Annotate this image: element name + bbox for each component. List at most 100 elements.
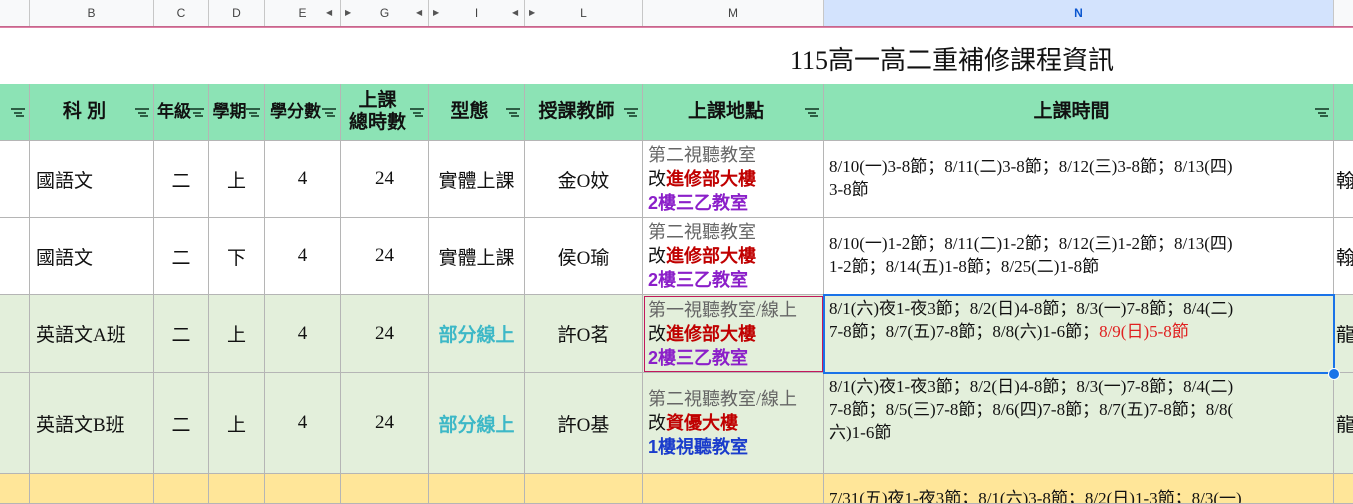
filter-icon[interactable] xyxy=(624,107,638,117)
time-line: 7-8節；8/7(五)7-8節；8/8(六)1-6節； xyxy=(829,322,1100,341)
sheet-title: 115高一高二重補修課程資訊 xyxy=(790,46,1115,75)
filter-icon[interactable] xyxy=(246,107,260,117)
table-cell[interactable] xyxy=(30,474,154,504)
location-cell[interactable]: 第二視聽教室 改進修部大樓 2樓三乙教室 xyxy=(643,141,824,218)
filter-icon[interactable] xyxy=(805,107,819,117)
collapse-left-icon[interactable]: ◀ xyxy=(326,0,332,26)
filter-icon[interactable] xyxy=(1315,107,1329,117)
filter-icon[interactable] xyxy=(322,107,336,117)
header-mode[interactable]: 型態 xyxy=(429,84,525,141)
semester-cell[interactable]: 下 xyxy=(209,218,265,295)
header-grade[interactable]: 年級 xyxy=(154,84,209,141)
filter-icon[interactable] xyxy=(506,107,520,117)
column-header-m[interactable]: M xyxy=(643,0,824,26)
column-header-a[interactable] xyxy=(0,0,30,26)
time-cell[interactable]: 8/10(一)1-2節；8/11(二)1-2節；8/12(三)1-2節；8/13… xyxy=(824,218,1334,295)
semester-cell[interactable]: 上 xyxy=(209,141,265,218)
table-cell[interactable] xyxy=(0,218,30,295)
credits-cell[interactable]: 4 xyxy=(265,141,341,218)
next-column-cell[interactable]: 翰 xyxy=(1334,141,1353,218)
time-cell[interactable]: 7/31(五)夜1-夜3節；8/1(六)3-8節；8/2(日)1-3節；8/3(… xyxy=(824,474,1334,504)
header-subject[interactable]: 科 別 xyxy=(30,84,154,141)
credits-cell[interactable]: 4 xyxy=(265,373,341,474)
location-cell[interactable]: 第二視聽教室/線上 改資優大樓 1樓視聽教室 xyxy=(643,373,824,474)
filter-icon[interactable] xyxy=(190,107,204,117)
mode-cell[interactable]: 部分線上 xyxy=(429,373,525,474)
new-room: 2樓三乙教室 xyxy=(648,347,749,368)
column-header-l[interactable]: L xyxy=(525,0,643,26)
table-cell[interactable] xyxy=(1334,474,1353,504)
grade-cell[interactable]: 二 xyxy=(154,295,209,373)
semester-cell[interactable]: 上 xyxy=(209,295,265,373)
header-location[interactable]: 上課地點 xyxy=(643,84,824,141)
grade-cell[interactable]: 二 xyxy=(154,141,209,218)
credits-cell[interactable]: 4 xyxy=(265,218,341,295)
fill-handle[interactable] xyxy=(1328,368,1340,380)
table-cell[interactable] xyxy=(209,474,265,504)
header-hours[interactable]: 上課 總時數 xyxy=(341,84,429,141)
next-column-cell[interactable]: 龍 xyxy=(1334,373,1353,474)
hours-cell[interactable]: 24 xyxy=(341,373,429,474)
table-cell[interactable] xyxy=(0,373,30,474)
header-cell-a[interactable] xyxy=(0,84,30,141)
hours-cell[interactable]: 24 xyxy=(341,295,429,373)
location-cell[interactable]: 第一視聽教室/線上 改進修部大樓 2樓三乙教室 xyxy=(643,295,824,373)
header-next[interactable] xyxy=(1334,84,1353,141)
table-cell[interactable] xyxy=(0,141,30,218)
change-prefix: 改 xyxy=(648,413,666,433)
header-teacher[interactable]: 授課教師 xyxy=(525,84,643,141)
location-cell[interactable]: 第二視聽教室 改進修部大樓 2樓三乙教室 xyxy=(643,218,824,295)
column-header-d[interactable]: D xyxy=(209,0,265,26)
subject-cell[interactable]: 英語文B班 xyxy=(30,373,154,474)
header-semester[interactable]: 學期 xyxy=(209,84,265,141)
filter-icon[interactable] xyxy=(11,107,25,117)
next-column-cell[interactable]: 龍 xyxy=(1334,295,1353,373)
time-cell[interactable]: 8/1(六)夜1-夜3節；8/2(日)4-8節；8/3(一)7-8節；8/4(二… xyxy=(824,295,1334,373)
collapse-left-icon[interactable]: ◀ xyxy=(416,0,422,26)
filter-icon[interactable] xyxy=(410,107,424,117)
new-room: 1樓視聽教室 xyxy=(648,437,749,457)
change-prefix: 改 xyxy=(648,246,666,266)
column-header-o[interactable] xyxy=(1334,0,1353,26)
table-cell[interactable] xyxy=(429,474,525,504)
hours-cell[interactable]: 24 xyxy=(341,141,429,218)
next-column-cell[interactable]: 翰 xyxy=(1334,218,1353,295)
table-cell[interactable] xyxy=(0,474,30,504)
credits-cell[interactable]: 4 xyxy=(265,295,341,373)
teacher-cell[interactable]: 許O基 xyxy=(525,373,643,474)
teacher-cell[interactable]: 許O茗 xyxy=(525,295,643,373)
column-header-n[interactable]: N xyxy=(824,0,1334,26)
time-cell[interactable]: 8/1(六)夜1-夜3節；8/2(日)4-8節；8/3(一)7-8節；8/4(二… xyxy=(824,373,1334,474)
semester-cell[interactable]: 上 xyxy=(209,373,265,474)
column-header-i[interactable]: I xyxy=(429,0,525,26)
old-location: 第二視聽教室 xyxy=(648,145,756,165)
column-header-c[interactable]: C xyxy=(154,0,209,26)
header-time[interactable]: 上課時間 xyxy=(824,84,1334,141)
mode-label: 部分線上 xyxy=(438,325,515,346)
subject-cell[interactable]: 國語文 xyxy=(30,218,154,295)
column-header-b[interactable]: B xyxy=(30,0,154,26)
header-credits[interactable]: 學分數 xyxy=(265,84,341,141)
teacher-cell[interactable]: 金O妏 xyxy=(525,141,643,218)
teacher-cell[interactable]: 侯O瑜 xyxy=(525,218,643,295)
grade-cell[interactable]: 二 xyxy=(154,373,209,474)
filter-icon[interactable] xyxy=(135,107,149,117)
grade-cell[interactable]: 二 xyxy=(154,218,209,295)
table-cell[interactable] xyxy=(154,474,209,504)
subject-cell[interactable]: 國語文 xyxy=(30,141,154,218)
table-cell[interactable] xyxy=(265,474,341,504)
mode-cell[interactable]: 實體上課 xyxy=(429,218,525,295)
table-cell[interactable] xyxy=(0,295,30,373)
time-cell[interactable]: 8/10(一)3-8節；8/11(二)3-8節；8/12(三)3-8節；8/13… xyxy=(824,141,1334,218)
column-header-bar: B C D E ◀ ▶ G ◀ ▶ I ◀ ▶ L M N xyxy=(0,0,1353,27)
table-cell[interactable] xyxy=(643,474,824,504)
mode-cell[interactable]: 實體上課 xyxy=(429,141,525,218)
subject-cell[interactable]: 英語文A班 xyxy=(30,295,154,373)
table-cell[interactable] xyxy=(525,474,643,504)
time-line: 7-8節；8/5(三)7-8節；8/6(四)7-8節；8/7(五)7-8節；8/… xyxy=(829,400,1234,419)
collapse-left-icon[interactable]: ◀ xyxy=(512,0,518,26)
table-cell[interactable] xyxy=(341,474,429,504)
hours-cell[interactable]: 24 xyxy=(341,218,429,295)
mode-cell[interactable]: 部分線上 xyxy=(429,295,525,373)
old-location: 第二視聽教室/線上 xyxy=(648,389,798,409)
